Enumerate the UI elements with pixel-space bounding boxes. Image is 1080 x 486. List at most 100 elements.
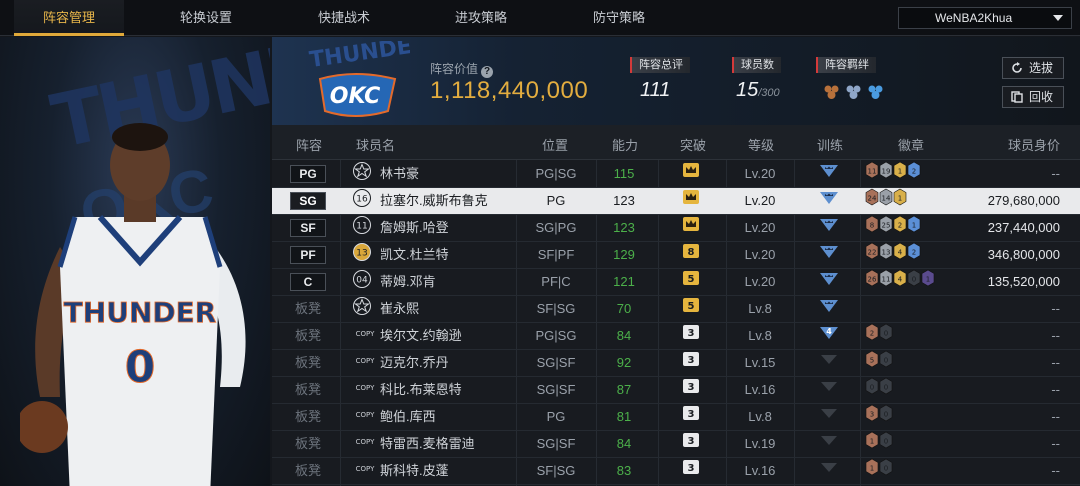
badge-list[interactable] <box>864 296 868 322</box>
player-price: 346,800,000 <box>987 247 1060 262</box>
lineup-slot[interactable]: 板凳 <box>290 431 326 457</box>
bond-icons[interactable] <box>822 83 892 101</box>
player-portrait-panel: THUNDE OKC THUNDER 0 <box>0 37 270 486</box>
svg-text:COPY: COPY <box>356 384 375 392</box>
svg-text:4: 4 <box>898 276 903 284</box>
lineup-slot[interactable]: 板凳 <box>290 323 326 349</box>
crown-icon <box>682 188 700 214</box>
training-empty-icon <box>818 458 840 484</box>
refresh-icon <box>1012 62 1022 73</box>
svg-text:1: 1 <box>870 465 874 473</box>
table-row[interactable]: C 04 蒂姆.邓肯 PF|C 121 5 Lv.20 26 11 4 0 1 135,520,000 <box>272 269 1080 296</box>
player-position: SG|SF <box>536 382 576 397</box>
lineup-slot[interactable]: 板凳 <box>290 377 326 403</box>
player-price: -- <box>1051 328 1060 343</box>
player-level: Lv.20 <box>744 166 776 181</box>
col-slot: 阵容 <box>296 138 323 153</box>
table-row[interactable]: 板凳 崔永熙 SF|SG 70 5 Lv.8 -- <box>272 296 1080 323</box>
svg-text:4: 4 <box>898 249 903 257</box>
player-position: SG|SF <box>536 436 576 451</box>
lineup-slot[interactable]: 板凳 <box>290 350 326 376</box>
table-row[interactable]: 板凳 COPY 特雷西.麦格雷迪 SG|SF 84 3 Lv.19 1 0 -- <box>272 431 1080 458</box>
col-ability[interactable]: 能力 <box>612 135 638 154</box>
lineup-slot[interactable]: C <box>290 273 326 291</box>
svg-text:25: 25 <box>882 222 891 230</box>
player-level: Lv.19 <box>744 436 776 451</box>
account-dropdown[interactable]: WeNBA2Khua <box>898 7 1072 29</box>
player-price: -- <box>1051 355 1060 370</box>
badge-list[interactable]: 50 <box>864 350 896 376</box>
svg-text:04: 04 <box>356 276 368 286</box>
breakthrough-badge: 5 <box>682 269 700 295</box>
svg-text:0: 0 <box>884 330 888 338</box>
jersey-number-icon: 11 <box>352 215 372 241</box>
roster-table: 阵容 球员名 位置 能力 突破 等级 训练 徽章 球员身价 PG 林书豪 PG|SG… <box>272 125 1080 486</box>
copy-icon: COPY <box>352 377 375 403</box>
svg-text:COPY: COPY <box>356 330 375 338</box>
col-price[interactable]: 球员身价 <box>1008 135 1060 154</box>
lineup-slot[interactable]: 板凳 <box>290 404 326 430</box>
table-row[interactable]: 板凳 COPY 斯科特.皮蓬 SF|SG 83 3 Lv.16 1 0 -- <box>272 458 1080 485</box>
svg-text:COPY: COPY <box>356 411 375 419</box>
badge-list[interactable]: 24 14 1 <box>864 188 910 214</box>
lineup-slot[interactable]: 板凳 <box>290 458 326 484</box>
tab-quick-tactics[interactable]: 快捷战术 <box>289 0 399 36</box>
svg-text:THUNDER: THUNDER <box>64 296 217 329</box>
svg-text:11: 11 <box>868 168 877 176</box>
table-row[interactable]: PF 13 凯文.杜兰特 SF|PF 129 8 Lv.20 22 13 4 2 346,800,00… <box>272 242 1080 269</box>
table-row[interactable]: SG 16 拉塞尔.威斯布鲁克 PG 123 Lv.20 24 14 1 279,680,000 <box>272 188 1080 215</box>
overall-label: 阵容总评 <box>630 57 690 73</box>
svg-text:5: 5 <box>688 274 695 285</box>
tab-lineup[interactable]: 阵容管理 <box>14 0 124 36</box>
table-row[interactable]: 板凳 COPY 科比.布莱恩特 SG|SF 87 3 Lv.16 0 0 -- <box>272 377 1080 404</box>
player-price: -- <box>1051 436 1060 451</box>
player-price: 135,520,000 <box>987 274 1060 289</box>
copy-icon: COPY <box>352 431 375 457</box>
pick-button[interactable]: 选拔 <box>1002 57 1064 79</box>
recycle-button[interactable]: 回收 <box>1002 86 1064 108</box>
col-level[interactable]: 等级 <box>748 135 774 154</box>
svg-text:5: 5 <box>870 357 874 365</box>
player-ability: 70 <box>616 301 632 316</box>
tab-defense[interactable]: 防守策略 <box>564 0 674 36</box>
tab-rotation[interactable]: 轮换设置 <box>151 0 261 36</box>
svg-text:8: 8 <box>870 222 874 230</box>
training-empty-icon <box>818 431 840 457</box>
table-row[interactable]: PG 林书豪 PG|SG 115 Lv.20 11 19 1 2 -- <box>272 161 1080 188</box>
lineup-slot[interactable]: PG <box>290 165 326 183</box>
table-row[interactable]: SF 11 詹姆斯.哈登 SG|PG 123 Lv.20 8 25 2 1 237,440,000 <box>272 215 1080 242</box>
lineup-slot[interactable]: SG <box>290 192 326 210</box>
badge-list[interactable]: 20 <box>864 323 896 349</box>
lineup-slot[interactable]: SF <box>290 219 326 237</box>
svg-text:1: 1 <box>898 195 902 203</box>
badge-list[interactable]: 00 <box>864 377 896 403</box>
player-ability: 84 <box>616 436 632 451</box>
col-training: 训练 <box>817 138 844 153</box>
col-name: 球员名 <box>356 138 396 153</box>
svg-text:11: 11 <box>356 222 367 232</box>
badge-list[interactable]: 10 <box>864 458 896 484</box>
player-ability: 84 <box>616 328 632 343</box>
training-empty-icon <box>818 350 840 376</box>
badge-list[interactable]: 10 <box>864 431 896 457</box>
player-level: Lv.15 <box>744 355 776 370</box>
player-price: -- <box>1051 382 1060 397</box>
player-portrait: THUNDER 0 <box>20 123 246 486</box>
lineup-slot[interactable]: PF <box>290 246 326 264</box>
svg-text:4: 4 <box>826 327 832 336</box>
jersey-number-icon: 13 <box>352 242 372 268</box>
player-level: Lv.16 <box>744 463 776 478</box>
training-empty-icon <box>818 377 840 403</box>
tab-offense[interactable]: 进攻策略 <box>426 0 536 36</box>
copy-icon: COPY <box>352 458 375 484</box>
lineup-slot[interactable]: 板凳 <box>290 296 326 322</box>
table-row[interactable]: 板凳 COPY 迈克尔.乔丹 SG|SF 92 3 Lv.15 5 0 -- <box>272 350 1080 377</box>
badge-list[interactable]: 30 <box>864 404 896 430</box>
player-position: SF|SG <box>536 463 576 478</box>
table-row[interactable]: 板凳 COPY 埃尔文.约翰逊 PG|SG 84 3 Lv.8 4 2 0 -- <box>272 323 1080 350</box>
svg-text:COPY: COPY <box>356 465 375 473</box>
player-level: Lv.8 <box>748 328 772 343</box>
team-value-label: 阵容价值? <box>430 60 494 78</box>
table-row[interactable]: 板凳 COPY 鲍伯.库西 PG 81 3 Lv.8 3 0 -- <box>272 404 1080 431</box>
crown-icon <box>682 161 700 187</box>
